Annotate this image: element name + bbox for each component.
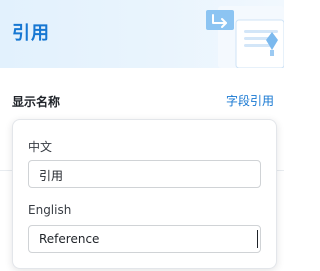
panel-header: 引用 [0,0,284,68]
translation-popover: 中文 引用 English Reference [12,119,277,269]
english-label: English [28,203,72,217]
field-reference-link[interactable]: 字段引用 [226,92,274,109]
text-cursor [257,230,258,248]
chinese-input[interactable]: 引用 [28,160,261,188]
display-name-row: 显示名称 字段引用 [0,86,284,114]
document-illustration-icon [206,6,284,68]
english-input[interactable]: Reference [28,225,261,253]
panel-title: 引用 [12,23,50,44]
english-input-value: Reference [39,232,100,246]
display-name-label: 显示名称 [12,95,61,109]
chinese-label: 中文 [28,140,53,154]
chinese-input-value: 引用 [39,169,64,183]
reference-field-panel: 引用 显示名称 字段引用 中文 引用 English Reference [0,0,284,271]
